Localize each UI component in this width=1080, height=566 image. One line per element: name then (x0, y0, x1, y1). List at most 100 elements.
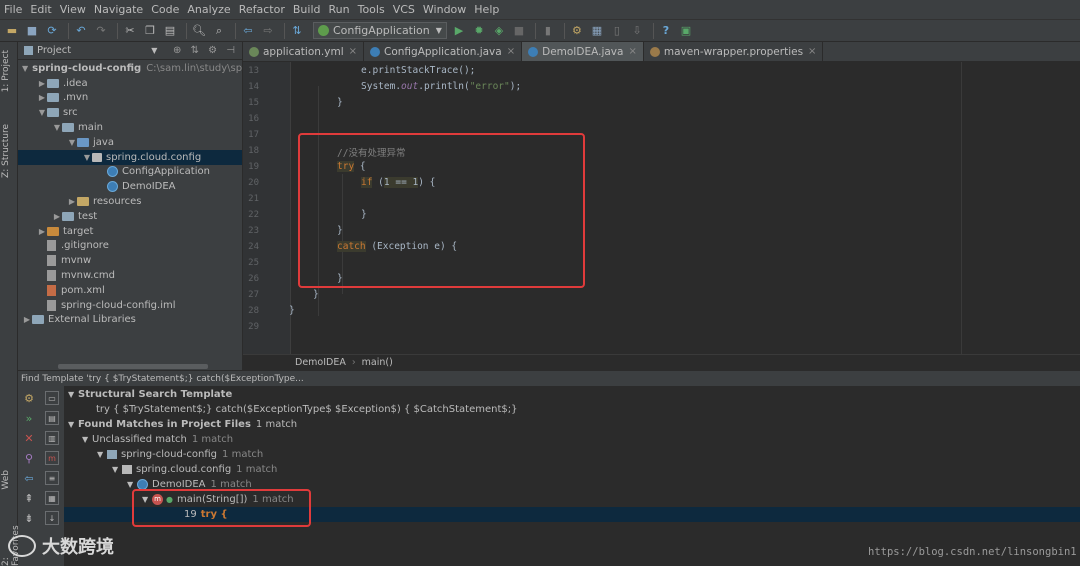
editor-tab[interactable]: DemoIDEA.java × (522, 42, 644, 61)
previous-occurrence-icon[interactable]: ⇦ (22, 471, 36, 485)
expand-all-icon[interactable]: ⇞ (22, 491, 36, 505)
run-configuration-select[interactable]: ConfigApplication ▼ (313, 22, 447, 39)
project-tree-item[interactable]: ▶ External Libraries (18, 313, 242, 328)
close-tab-icon[interactable]: × (628, 46, 636, 57)
build-icon[interactable]: ⇅ (289, 23, 305, 39)
breadcrumb-class[interactable]: DemoIDEA (295, 357, 346, 368)
menu-view[interactable]: View (60, 3, 86, 16)
sdk-icon[interactable]: ▯ (609, 23, 625, 39)
project-tree-item[interactable]: mvnw.cmd (18, 268, 242, 283)
project-tree-item[interactable]: ▼ spring-cloud-config C:\sam.lin\study\spr… (18, 61, 255, 76)
project-tree-item[interactable]: ConfigApplication (18, 165, 242, 180)
forward-icon[interactable]: ⇨ (260, 23, 276, 39)
project-tree-item[interactable]: .gitignore (18, 239, 242, 254)
panel-actions-icon[interactable]: ⊕ ⇅ ⚙ ⊣ (173, 45, 238, 56)
project-tree-item[interactable]: spring-cloud-config.iml (18, 298, 242, 313)
help-icon[interactable]: ? (658, 23, 674, 39)
copy-icon[interactable]: ❐ (142, 23, 158, 39)
module-node[interactable]: ▼ spring-cloud-config 1 match (97, 447, 263, 462)
found-node[interactable]: ▼ Found Matches in Project Files 1 match (68, 417, 297, 432)
preview-icon[interactable]: ▭ (45, 391, 59, 405)
menu-edit[interactable]: Edit (30, 3, 51, 16)
editor-tab[interactable]: ConfigApplication.java × (364, 42, 523, 61)
menu-run[interactable]: Run (329, 3, 350, 16)
project-tree-item[interactable]: ▶ target (18, 224, 242, 239)
back-icon[interactable]: ⇦ (240, 23, 256, 39)
merge-icon[interactable]: ▥ (45, 431, 59, 445)
run-icon[interactable]: ▶ (451, 23, 467, 39)
project-tree-item[interactable]: ▼ java (18, 135, 242, 150)
sort-icon[interactable]: ↓ (45, 511, 59, 525)
project-tool-tab[interactable]: 1: Project (1, 50, 11, 92)
expand-arrow-icon[interactable]: ▼ (22, 64, 28, 73)
menu-refactor[interactable]: Refactor (239, 3, 285, 16)
project-tree-item[interactable]: ▶ .idea (18, 76, 242, 91)
editor-tab[interactable]: maven-wrapper.properties × (644, 42, 824, 61)
expand-arrow-icon[interactable]: ▼ (67, 138, 77, 147)
collapse-all-icon[interactable]: ⇟ (22, 511, 36, 525)
debug-icon[interactable]: ✹ (471, 23, 487, 39)
project-view-select[interactable]: Project (37, 45, 71, 56)
menu-tools[interactable]: Tools (358, 3, 385, 16)
menu-window[interactable]: Window (423, 3, 466, 16)
close-tab-icon[interactable]: × (349, 46, 357, 57)
package-node[interactable]: ▼ spring.cloud.config 1 match (112, 462, 277, 477)
project-tree-item[interactable]: ▶ test (18, 209, 242, 224)
chevron-down-icon[interactable]: ▼ (151, 46, 157, 55)
breadcrumb-method[interactable]: main() (362, 357, 393, 368)
structure-tool-tab[interactable]: Z: Structure (1, 124, 11, 178)
module-settings-icon[interactable]: ▦ (589, 23, 605, 39)
save-icon[interactable]: ■ (24, 23, 40, 39)
stop-icon[interactable]: ■ (511, 23, 527, 39)
rerun-icon[interactable]: » (22, 411, 36, 425)
download-icon[interactable]: ⇩ (629, 23, 645, 39)
find-icon[interactable]: 🔍︎ (191, 23, 207, 39)
project-tree-item[interactable]: ▼ spring.cloud.config (18, 149, 242, 165)
project-structure-icon[interactable]: ▮ (540, 23, 556, 39)
expand-arrow-icon[interactable]: ▼ (82, 153, 92, 162)
collapse-arrow-icon[interactable]: ▶ (67, 197, 77, 206)
menu-file[interactable]: File (4, 3, 22, 16)
replace-icon[interactable]: ⌕ (211, 23, 227, 39)
collapse-arrow-icon[interactable]: ▶ (22, 315, 32, 324)
redo-icon[interactable]: ↷ (93, 23, 109, 39)
project-tree-item[interactable]: DemoIDEA (18, 179, 242, 194)
collapse-arrow-icon[interactable]: ▶ (37, 79, 47, 88)
expand-arrow-icon[interactable]: ▼ (37, 108, 47, 117)
project-tree-item[interactable]: ▼ main (18, 120, 242, 135)
web-tool-tab[interactable]: Web (1, 470, 11, 490)
cut-icon[interactable]: ✂ (122, 23, 138, 39)
settings-icon[interactable]: ⚙ (569, 23, 585, 39)
project-tree-item[interactable]: mvnw (18, 253, 242, 268)
collapse-arrow-icon[interactable]: ▶ (37, 227, 47, 236)
module-filter-icon[interactable]: m (45, 451, 59, 465)
unclassified-node[interactable]: ▼ Unclassified match 1 match (82, 432, 233, 447)
project-tree-item[interactable]: ▶ resources (18, 194, 242, 209)
menu-help[interactable]: Help (474, 3, 499, 16)
coverage-icon[interactable]: ◈ (491, 23, 507, 39)
flatten-icon[interactable]: ≡ (45, 471, 59, 485)
undo-icon[interactable]: ↶ (73, 23, 89, 39)
editor-tab[interactable]: application.yml × (243, 42, 365, 61)
project-tree-item[interactable]: pom.xml (18, 283, 242, 298)
project-tree-item[interactable]: ▼ src (18, 105, 242, 120)
menu-analyze[interactable]: Analyze (187, 3, 230, 16)
pin-icon[interactable]: ⚲ (22, 451, 36, 465)
plugin-icon[interactable]: ▣ (678, 23, 694, 39)
search-settings-icon[interactable]: ⚙ (22, 391, 36, 405)
close-icon[interactable]: ✕ (22, 431, 36, 445)
menu-code[interactable]: Code (151, 3, 179, 16)
open-folder-icon[interactable]: ▬ (4, 23, 20, 39)
collapse-arrow-icon[interactable]: ▶ (37, 93, 47, 102)
paste-icon[interactable]: ▤ (162, 23, 178, 39)
close-tab-icon[interactable]: × (507, 46, 515, 57)
horizontal-scrollbar[interactable] (58, 364, 208, 369)
sync-icon[interactable]: ⟳ (44, 23, 60, 39)
menu-vcs[interactable]: VCS (393, 3, 415, 16)
group-icon[interactable]: ▤ (45, 411, 59, 425)
menu-build[interactable]: Build (293, 3, 321, 16)
collapse-arrow-icon[interactable]: ▶ (52, 212, 62, 221)
project-tree-item[interactable]: ▶ .mvn (18, 91, 242, 106)
close-tab-icon[interactable]: × (808, 46, 816, 57)
package-group-icon[interactable]: ▦ (45, 491, 59, 505)
